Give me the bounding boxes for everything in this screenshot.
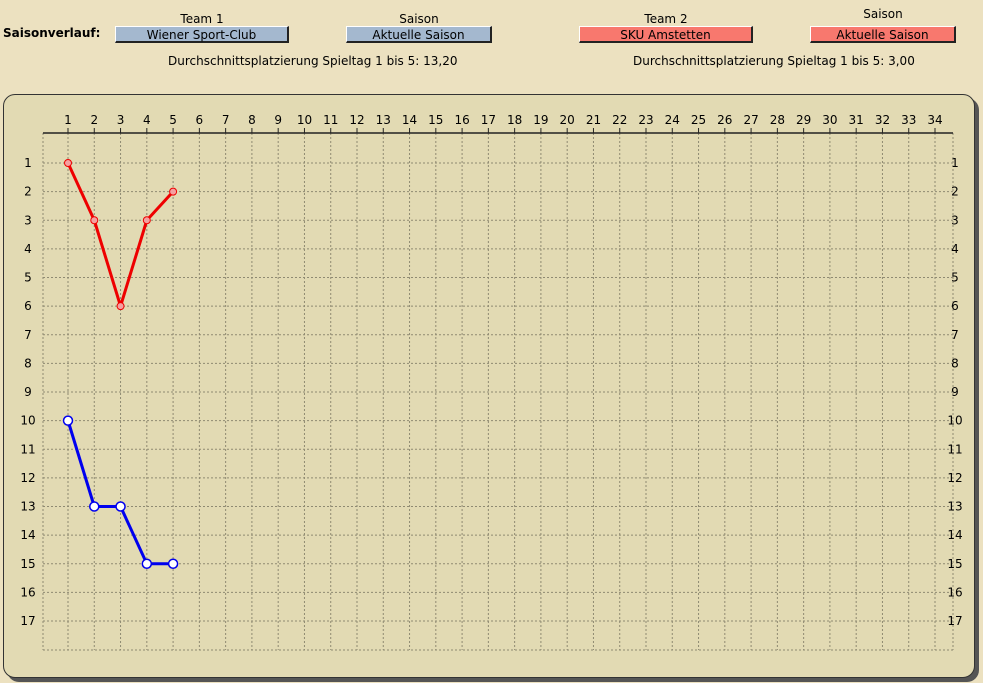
y-tick-label-right: 7	[951, 328, 959, 342]
y-tick-label-left: 4	[24, 242, 32, 256]
x-tick-label: 22	[612, 113, 627, 127]
x-tick-label: 1	[64, 113, 72, 127]
x-tick-label: 23	[638, 113, 653, 127]
y-tick-label-left: 8	[24, 356, 32, 370]
data-point-2	[64, 159, 72, 167]
y-tick-label-left: 14	[20, 528, 35, 542]
data-point-1	[89, 501, 100, 512]
y-tick-label-right: 4	[951, 242, 959, 256]
x-tick-label: 13	[376, 113, 391, 127]
x-tick-label: 17	[481, 113, 496, 127]
x-tick-label: 3	[117, 113, 125, 127]
y-tick-label-left: 15	[20, 557, 35, 571]
y-tick-label-left: 16	[20, 585, 35, 599]
x-tick-label: 9	[274, 113, 282, 127]
x-tick-label: 20	[560, 113, 575, 127]
x-tick-label: 7	[222, 113, 230, 127]
y-tick-label-left: 11	[20, 442, 35, 456]
y-tick-label-right: 16	[947, 585, 962, 599]
x-tick-label: 19	[533, 113, 548, 127]
y-tick-label-right: 15	[947, 557, 962, 571]
y-tick-label-left: 1	[24, 156, 32, 170]
x-tick-label: 25	[691, 113, 706, 127]
data-point-2	[90, 216, 99, 225]
y-tick-label-left: 9	[24, 385, 32, 399]
x-tick-label: 16	[454, 113, 469, 127]
y-tick-label-left: 12	[20, 471, 35, 485]
x-tick-label: 26	[717, 113, 732, 127]
y-tick-label-right: 12	[947, 471, 962, 485]
x-tick-label: 10	[297, 113, 312, 127]
y-tick-label-left: 5	[24, 271, 32, 285]
y-tick-label-right: 6	[951, 299, 959, 313]
y-tick-label-left: 3	[24, 213, 32, 227]
x-tick-label: 11	[323, 113, 338, 127]
y-tick-label-left: 6	[24, 299, 32, 313]
y-tick-label-right: 8	[951, 356, 959, 370]
y-tick-label-left: 7	[24, 328, 32, 342]
y-tick-label-right: 10	[947, 414, 962, 428]
x-tick-label: 12	[349, 113, 364, 127]
data-point-2	[142, 216, 151, 225]
data-point-2	[116, 302, 125, 311]
y-tick-label-left: 10	[20, 414, 35, 428]
y-tick-label-right: 3	[951, 213, 959, 227]
x-tick-label: 28	[770, 113, 785, 127]
season-chart: 1 2 3 4 5 6 7 8 9 10 11 12 13 14 15 16 17 18 19 20 21 22 23 24 2…	[20, 113, 963, 651]
y-tick-label-right: 2	[951, 185, 959, 199]
y-tick-label-right: 13	[947, 500, 962, 514]
y-tick-label-left: 17	[20, 614, 35, 628]
y-tick-label-right: 1	[951, 156, 959, 170]
x-tick-label: 33	[901, 113, 916, 127]
y-tick-label-right: 14	[947, 528, 962, 542]
data-point-1	[115, 501, 126, 512]
x-tick-label: 29	[796, 113, 811, 127]
x-tick-label: 34	[927, 113, 942, 127]
x-tick-label: 24	[665, 113, 680, 127]
x-tick-label: 21	[586, 113, 601, 127]
x-tick-label: 5	[169, 113, 177, 127]
data-point-1	[141, 558, 153, 569]
y-tick-label-left: 13	[20, 500, 35, 514]
y-tick-label-right: 17	[947, 614, 962, 628]
x-tick-label: 31	[849, 113, 864, 127]
y-tick-label-right: 5	[951, 271, 959, 285]
data-point-2	[169, 187, 178, 196]
y-tick-label-right: 9	[951, 385, 959, 399]
y-tick-label-right: 11	[947, 442, 962, 456]
data-point-1	[62, 415, 74, 426]
x-tick-label: 27	[743, 113, 758, 127]
data-point-1	[167, 558, 179, 569]
x-tick-label: 2	[90, 113, 98, 127]
x-tick-label: 15	[428, 113, 443, 127]
y-tick-label-left: 2	[24, 185, 32, 199]
x-tick-label: 14	[402, 113, 417, 127]
x-tick-label: 32	[875, 113, 890, 127]
x-tick-label: 30	[822, 113, 837, 127]
x-tick-label: 6	[196, 113, 204, 127]
x-tick-label: 8	[248, 113, 256, 127]
x-tick-label: 18	[507, 113, 522, 127]
x-tick-label: 4	[143, 113, 151, 127]
